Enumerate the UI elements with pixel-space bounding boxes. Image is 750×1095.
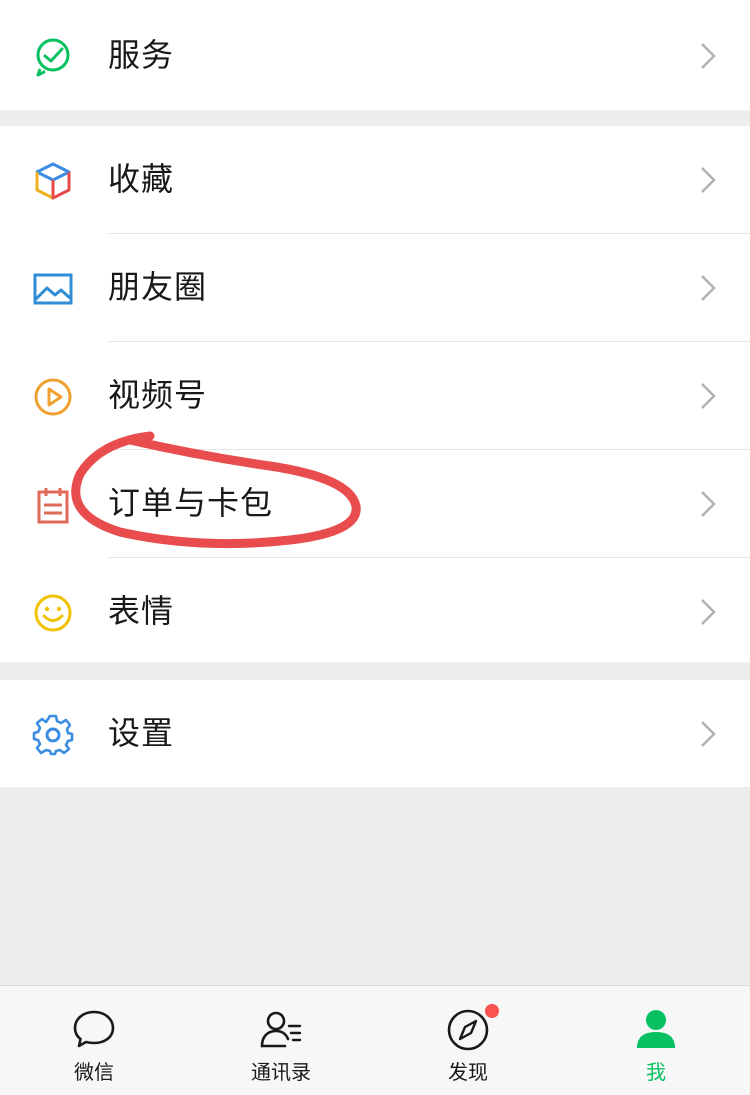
menu-item-services[interactable]: 服务 (0, 2, 750, 109)
tab-contacts[interactable]: 通讯录 (216, 986, 346, 1095)
menu-label-services: 服务 (108, 36, 175, 74)
picture-icon (33, 273, 73, 305)
tab-label-contacts: 通讯录 (251, 1060, 311, 1084)
compass-icon (447, 1009, 489, 1051)
play-circle-icon (34, 378, 72, 416)
menu-label-orders-cards: 订单与卡包 (108, 484, 274, 522)
menu-item-moments[interactable]: 朋友圈 (0, 234, 750, 341)
tab-label-chats: 微信 (74, 1060, 114, 1084)
cube-icon (35, 162, 71, 200)
calendar-icon (37, 488, 69, 524)
settings-group: 设置 (0, 680, 750, 787)
chevron-right-icon (701, 491, 716, 517)
chevron-right-icon (701, 275, 716, 301)
contacts-icon (260, 1011, 302, 1048)
services-group: 服务 (0, 0, 750, 110)
menu-item-stickers[interactable]: 表情 (0, 558, 750, 665)
menu-label-favorites: 收藏 (108, 160, 175, 198)
menu-label-channels: 视频号 (108, 376, 208, 414)
menu-label-settings: 设置 (108, 714, 175, 752)
menu-item-settings[interactable]: 设置 (0, 680, 750, 787)
gear-icon (32, 714, 74, 756)
chevron-right-icon (701, 599, 716, 625)
chevron-right-icon (701, 167, 716, 193)
tab-me[interactable]: 我 (591, 986, 721, 1095)
tab-chats[interactable]: 微信 (29, 986, 159, 1095)
chat-bubble-icon (73, 1010, 115, 1048)
person-icon (637, 1010, 675, 1048)
chevron-right-icon (701, 383, 716, 409)
menu-item-favorites[interactable]: 收藏 (0, 126, 750, 233)
menu-item-orders-cards[interactable]: 订单与卡包 (0, 450, 750, 557)
menu-label-stickers: 表情 (108, 592, 175, 630)
smiley-icon (34, 594, 72, 632)
menu-item-channels[interactable]: 视频号 (0, 342, 750, 449)
bottom-tab-bar: 微信 通讯录 发现 我 (0, 985, 750, 1095)
services-check-icon (36, 38, 70, 77)
tab-label-me: 我 (646, 1060, 666, 1084)
chevron-right-icon (701, 721, 716, 747)
discover-features-group: 收藏 朋友圈 视频号 订单与卡包 表情 (0, 126, 750, 662)
notification-dot (485, 1004, 499, 1018)
menu-label-moments: 朋友圈 (108, 268, 208, 306)
chevron-right-icon (701, 43, 716, 69)
tab-discover[interactable]: 发现 (403, 986, 533, 1095)
tab-label-discover: 发现 (448, 1060, 488, 1084)
